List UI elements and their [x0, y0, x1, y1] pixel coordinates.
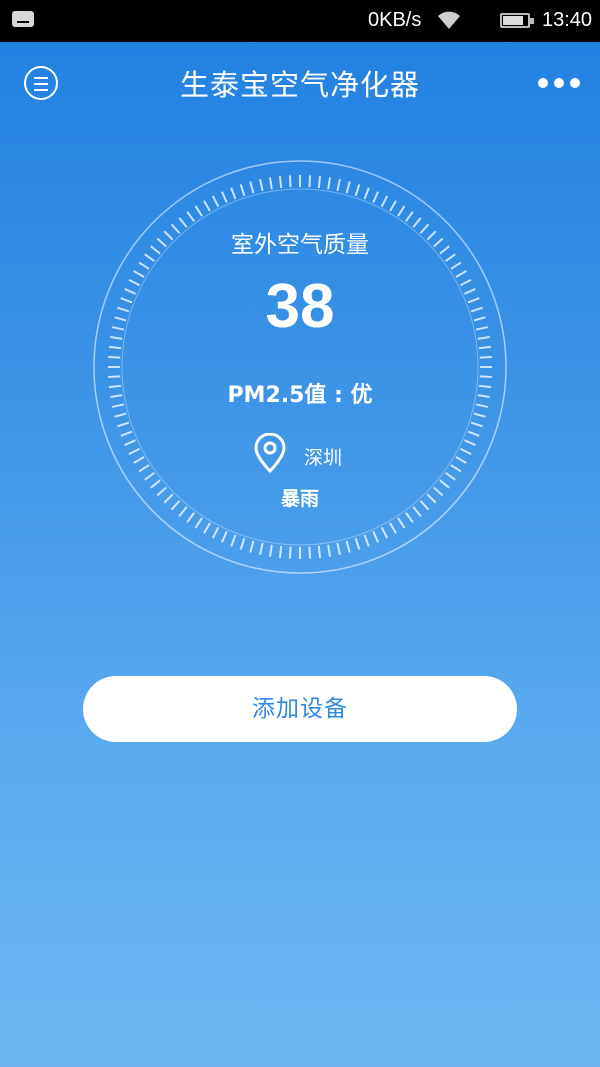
dial-tick — [467, 430, 480, 437]
dial-tick — [186, 211, 196, 222]
dial-tick — [317, 545, 322, 559]
dial-tick — [372, 531, 380, 543]
city-name: 深圳 — [304, 447, 343, 469]
dial-tick — [278, 545, 283, 559]
dial-tick — [455, 456, 467, 464]
dial-tick — [404, 512, 414, 523]
dial-tick — [478, 345, 492, 350]
dial-tick — [336, 178, 341, 192]
dial-tick — [459, 447, 472, 456]
dial-tick — [128, 447, 141, 456]
dial-tick — [230, 187, 237, 200]
dial-tick — [114, 412, 127, 418]
dial-tick — [317, 175, 322, 189]
more-icon[interactable] — [538, 76, 580, 90]
dial-tick — [354, 184, 361, 197]
dial-tick — [186, 512, 196, 523]
dial-tick — [397, 517, 406, 529]
dial-tick — [259, 542, 264, 556]
dial-tick — [363, 534, 370, 547]
dial-tick — [397, 205, 406, 217]
dial-tick — [249, 540, 255, 553]
dial-tick — [278, 175, 283, 189]
dial-tick — [220, 531, 228, 543]
dial-tick — [336, 542, 341, 556]
dial-ring — [93, 160, 507, 574]
aqi-value: 38 — [265, 272, 335, 341]
dial-tick — [470, 421, 483, 428]
dial-tick — [464, 439, 476, 447]
weather-text: 暴雨 — [280, 488, 319, 510]
dial-tick — [445, 471, 456, 481]
dial-tick — [389, 200, 397, 212]
dial-tick — [450, 261, 462, 270]
notification-icon — [12, 11, 34, 27]
dial-tick — [239, 184, 246, 197]
dial-tick — [194, 517, 203, 529]
dial-tick — [450, 464, 462, 473]
dial-tick — [138, 261, 150, 270]
dial-tick — [268, 177, 273, 190]
dial-tick — [124, 439, 136, 447]
dial-tick — [239, 537, 246, 550]
dial-tick — [120, 430, 133, 437]
dial-tick — [389, 522, 397, 534]
dial-tick — [203, 200, 211, 212]
dial-tick — [108, 345, 122, 350]
dial-tick — [138, 464, 150, 473]
dial-tick — [144, 471, 155, 481]
dial-tick — [380, 195, 389, 208]
app-header: 生泰宝空气净化器 — [0, 42, 600, 126]
net-speed: 0KB/s — [368, 9, 422, 31]
dial-tick — [194, 205, 203, 217]
dial-tick — [308, 175, 312, 188]
dial-tick — [345, 540, 351, 553]
dial-tick — [372, 191, 380, 203]
dial-tick — [308, 546, 312, 559]
dial-tick — [327, 177, 332, 190]
location-pin-icon — [254, 433, 286, 473]
dial-tick — [327, 544, 332, 557]
add-device-button[interactable]: 添加设备 — [83, 676, 517, 742]
clock: 13:40 — [542, 9, 593, 31]
dial-tick — [259, 178, 264, 192]
status-bar: 0KB/s 13:40 — [0, 0, 600, 42]
pm25-status: PM2.5值 : 优 — [227, 383, 373, 408]
battery-icon — [500, 13, 534, 28]
page-title: 生泰宝空气净化器 — [179, 68, 420, 102]
dial-tick — [117, 421, 130, 428]
dial-tick — [479, 355, 492, 359]
dial-tick — [363, 187, 370, 200]
dial-tick — [203, 522, 211, 534]
air-quality-dial: 室外空气质量 38 PM2.5值 : 优 深圳 暴雨 — [92, 159, 508, 575]
battery-level — [503, 16, 523, 25]
dial-tick — [288, 175, 292, 188]
dial-tick — [220, 191, 228, 203]
dial-tick — [288, 546, 292, 559]
wifi-icon — [438, 11, 460, 29]
dial-tick — [380, 526, 389, 539]
dial-tick — [404, 211, 414, 222]
dial-tick — [211, 195, 220, 208]
dial-label: 室外空气质量 — [231, 232, 369, 258]
dial-tick — [108, 355, 121, 359]
location[interactable]: 深圳 — [252, 433, 372, 473]
app-screen: 0KB/s 13:40 生泰宝空气净化器 室外空气质量 38 PM2.5值 : … — [0, 0, 600, 1067]
dial-tick — [268, 544, 273, 557]
dial-tick — [211, 526, 220, 539]
dial-tick — [230, 534, 237, 547]
dial-tick — [345, 181, 351, 194]
dial-tick — [354, 537, 361, 550]
dial-tick — [473, 412, 486, 418]
dial-tick — [133, 456, 145, 464]
dial-tick — [249, 181, 255, 194]
